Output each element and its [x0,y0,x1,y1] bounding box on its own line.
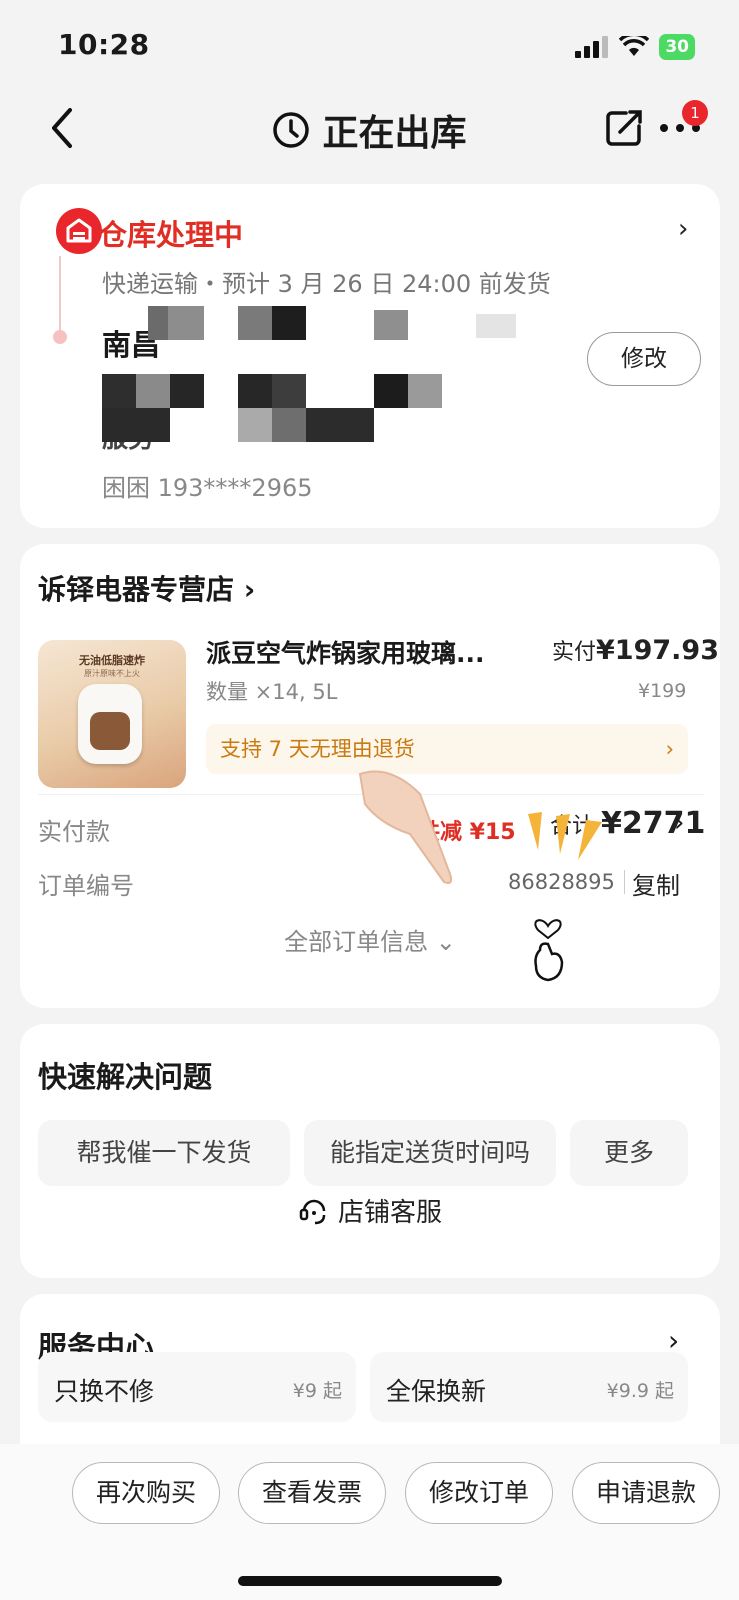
home-indicator[interactable] [238,1576,502,1586]
chevron-right-icon[interactable]: › [678,214,688,244]
order-card: 诉铎电器专营店 › 无油低脂速炸 原汁原味不上火 派豆空气炸锅家用玻璃... 实… [20,544,720,1008]
pointing-hand-sticker [358,770,453,884]
page-title-text: 正在出库 [322,113,467,154]
quick-solve-chip[interactable]: 帮我催一下发货 [38,1120,290,1186]
modify-order-button[interactable]: 修改订单 [405,1462,553,1524]
service-item-price: ¥9 起 [292,1380,342,1402]
signal-icon [575,36,609,58]
contact-info: 困困 193****2965 [102,474,313,502]
timeline-line [59,256,61,332]
all-order-info-toggle[interactable]: 全部订单信息 ⌄ [20,922,720,957]
all-order-info-label: 全部订单信息 [284,928,429,956]
paid-price: 实付¥197.93 [552,634,719,666]
status-icons: 30 [575,34,695,60]
warehouse-icon [56,208,102,254]
store-customer-service-button[interactable]: 店铺客服 [20,1192,720,1229]
notification-badge: 1 [682,100,708,126]
view-invoice-button[interactable]: 查看发票 [238,1462,386,1524]
copy-order-button[interactable]: 复制 [632,866,680,901]
finger-heart-icon [534,919,564,982]
air-fryer-illustration [78,684,142,764]
total-value: ¥2771 [601,806,706,841]
chevron-right-icon: › [243,573,256,606]
headset-icon [299,1199,326,1224]
service-item-name: 只换不修 [54,1377,155,1406]
payment-label: 实付款 [38,818,110,846]
quick-solve-card: 快速解决问题 帮我催一下发货 能指定送货时间吗 更多 店铺客服 [20,1024,720,1278]
service-item[interactable]: 全保换新 ¥9.9 起 [370,1352,688,1422]
chevron-down-icon: ⌄ [435,928,456,956]
divider [624,870,625,894]
product-image-text: 无油低脂速炸 [79,654,145,667]
store-name-link[interactable]: 诉铎电器专营店 › [38,568,255,608]
wifi-icon [619,36,650,56]
service-item-price: ¥9.9 起 [606,1380,674,1402]
customer-service-label: 店铺客服 [337,1198,442,1228]
request-refund-button[interactable]: 申请退款 [572,1462,720,1524]
service-item[interactable]: 只换不修 ¥9 起 [38,1352,356,1422]
quick-solve-chip[interactable]: 能指定送货时间吗 [304,1120,556,1186]
order-number: 86828895 [508,870,615,894]
battery-indicator: 30 [659,34,695,60]
store-name: 诉铎电器专营店 [38,573,235,606]
order-number-label: 订单编号 [38,872,134,900]
quick-solve-title: 快速解决问题 [38,1060,213,1094]
paid-price-label: 实付 [552,640,597,665]
product-quantity: 数量 ×14, 5L [206,680,338,704]
product-image[interactable]: 无油低脂速炸 原汁原味不上火 [38,640,186,788]
chevron-right-icon[interactable]: › [674,808,684,838]
service-item-name: 全保换新 [386,1377,487,1406]
shipping-card: 仓库处理中 › 快递运输・预计 3 月 26 日 24:00 前发货 南昌 服务… [20,184,720,528]
warehouse-status-title[interactable]: 仓库处理中 [98,212,243,254]
shipping-estimate: 快递运输・预计 3 月 26 日 24:00 前发货 [102,270,551,298]
timeline-dot [53,330,67,344]
status-time: 10:28 [58,28,150,61]
clapping-sticker [528,812,602,860]
product-title[interactable]: 派豆空气炸锅家用玻璃... [206,634,506,670]
product-image-subtext: 原汁原味不上火 [84,669,140,678]
original-price: ¥199 [638,680,687,702]
paid-price-value: ¥197.93 [596,635,719,666]
chevron-right-icon: › [665,737,674,761]
buy-again-button[interactable]: 再次购买 [72,1462,220,1524]
clock-icon [273,112,310,148]
return-policy-text: 支持 7 天无理由退货 [220,737,415,761]
share-icon[interactable] [604,108,644,148]
modify-address-button[interactable]: 修改 [587,332,701,386]
quick-solve-more-chip[interactable]: 更多 [570,1120,688,1186]
